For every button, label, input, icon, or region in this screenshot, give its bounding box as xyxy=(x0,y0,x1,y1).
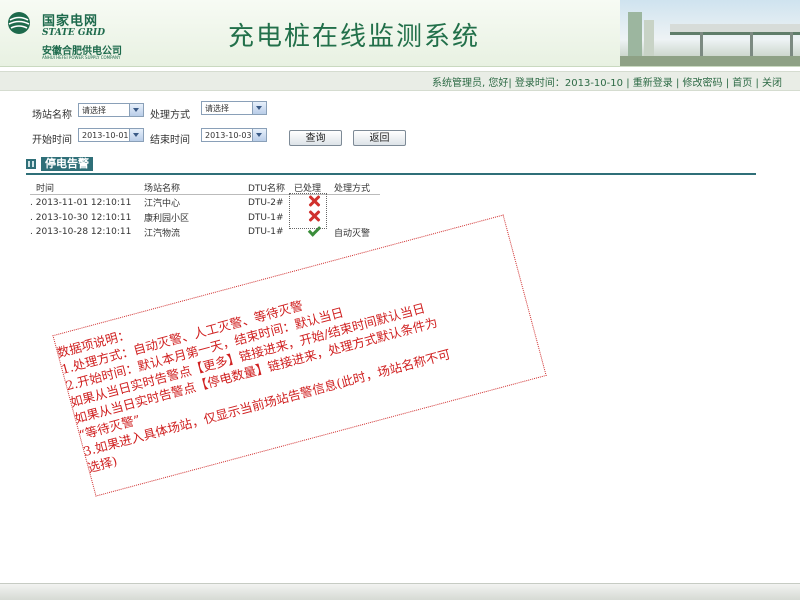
charging-station-photo xyxy=(620,0,800,66)
login-greeting: 系统管理员, 您好| 登录时间：2013-10-10 xyxy=(431,78,623,89)
separator: | xyxy=(755,78,759,89)
row-bullet: . xyxy=(30,227,33,237)
row-bullet: . xyxy=(30,212,33,223)
header-banner: 国家电网 STATE GRID 安徽合肥供电公司 ANHUI HEFEI POW… xyxy=(0,0,800,67)
cell-time-text: 2013-10-28 12:10:11 xyxy=(35,227,132,237)
cell-time-text: 2013-10-30 12:10:11 xyxy=(35,212,132,223)
cell-time: . 2013-10-28 12:10:11 xyxy=(30,225,144,239)
alarm-table: 时间 场站名称 DTU名称 已处理 处理方式 . 2013-11-01 12:1… xyxy=(30,181,380,239)
table-row[interactable]: . 2013-10-28 12:10:11 江汽物流 DTU-1# 自动灭警 xyxy=(30,225,380,239)
state-grid-logo: 国家电网 STATE GRID 安徽合肥供电公司 ANHUI HEFEI POW… xyxy=(6,6,156,60)
col-header-time: 时间 xyxy=(30,181,144,195)
col-header-method: 处理方式 xyxy=(334,181,380,195)
method-select[interactable]: 请选择 xyxy=(201,101,267,115)
cell-time-text: 2013-11-01 12:10:11 xyxy=(35,197,132,208)
chevron-down-icon[interactable] xyxy=(252,102,266,114)
change-password-link[interactable]: 修改密码 xyxy=(683,78,723,89)
cell-time: . 2013-10-30 12:10:11 xyxy=(30,210,144,225)
station-label: 场站名称 xyxy=(32,110,72,121)
logo-cn-text: 国家电网 xyxy=(42,14,99,29)
handled-column-highlight xyxy=(289,193,327,229)
company-name-en: ANHUI HEFEI POWER SUPPLY COMPANY xyxy=(42,55,121,60)
cell-dtu: DTU-1# xyxy=(248,212,284,223)
photo-ground xyxy=(620,56,800,66)
home-link[interactable]: 首页 xyxy=(732,78,752,89)
chevron-down-icon[interactable] xyxy=(252,129,266,141)
photo-pole xyxy=(700,32,703,58)
end-date-value: 2013-10-03 xyxy=(205,131,252,140)
logo-en-text: STATE GRID xyxy=(42,28,106,38)
close-link[interactable]: 关闭 xyxy=(762,78,782,89)
relogin-link[interactable]: 重新登录 xyxy=(633,78,673,89)
user-bar: 系统管理员, 您好| 登录时间：2013-10-10 | 重新登录 | 修改密码… xyxy=(0,71,800,91)
footer-bar xyxy=(0,583,800,600)
cell-method xyxy=(334,195,380,211)
col-header-dtu: DTU名称 xyxy=(248,181,294,195)
page-title: 充电桩在线监测系统 xyxy=(228,22,481,52)
table-row[interactable]: . 2013-11-01 12:10:11 江汽中心 DTU-2# xyxy=(30,195,380,211)
query-button[interactable]: 查询 xyxy=(289,130,342,146)
table-header-row: 时间 场站名称 DTU名称 已处理 处理方式 xyxy=(30,181,380,195)
method-select-value: 请选择 xyxy=(205,104,229,113)
cell-dtu: DTU-1# xyxy=(248,227,284,237)
cell-time: . 2013-11-01 12:10:11 xyxy=(30,195,144,211)
annotation-note: 数据项说明： 1.处理方式：自动灭警、人工灭警、等待灭警 2.开始时间：默认本月… xyxy=(52,214,554,497)
photo-pole xyxy=(790,32,793,58)
table-row[interactable]: . 2013-10-30 12:10:11 康利园小区 DTU-1# xyxy=(30,210,380,225)
photo-building xyxy=(628,12,642,62)
photo-canopy xyxy=(670,24,800,35)
cell-method: 自动灭警 xyxy=(334,228,371,239)
separator: | xyxy=(675,78,680,89)
station-select[interactable]: 请选择 xyxy=(78,103,144,117)
state-grid-logo-icon xyxy=(8,12,30,34)
row-bullet: . xyxy=(30,197,33,208)
chevron-down-icon[interactable] xyxy=(129,129,143,141)
back-button[interactable]: 返回 xyxy=(353,130,406,146)
start-date-value: 2013-10-01 xyxy=(82,131,129,140)
section-header: 停电告警 xyxy=(26,157,756,175)
separator: | xyxy=(725,78,730,89)
separator: | xyxy=(626,78,630,89)
end-time-label: 结束时间 xyxy=(150,135,190,146)
chevron-down-icon[interactable] xyxy=(129,104,143,116)
method-label: 处理方式 xyxy=(150,110,190,121)
cell-method xyxy=(334,210,380,225)
cell-station: 江汽中心 xyxy=(144,199,181,209)
grid-icon xyxy=(26,159,36,169)
section-title: 停电告警 xyxy=(41,157,93,171)
end-date-select[interactable]: 2013-10-03 xyxy=(201,128,267,142)
start-time-label: 开始时间 xyxy=(32,135,72,146)
cell-station: 康利园小区 xyxy=(144,214,190,224)
user-info: 系统管理员, 您好| 登录时间：2013-10-10 | 重新登录 | 修改密码… xyxy=(432,74,782,89)
start-date-select[interactable]: 2013-10-01 xyxy=(78,128,144,142)
cell-station: 江汽物流 xyxy=(144,228,181,239)
station-select-value: 请选择 xyxy=(82,106,106,115)
photo-pole xyxy=(750,32,753,58)
col-header-station: 场站名称 xyxy=(144,181,248,195)
cell-dtu: DTU-2# xyxy=(248,197,284,208)
